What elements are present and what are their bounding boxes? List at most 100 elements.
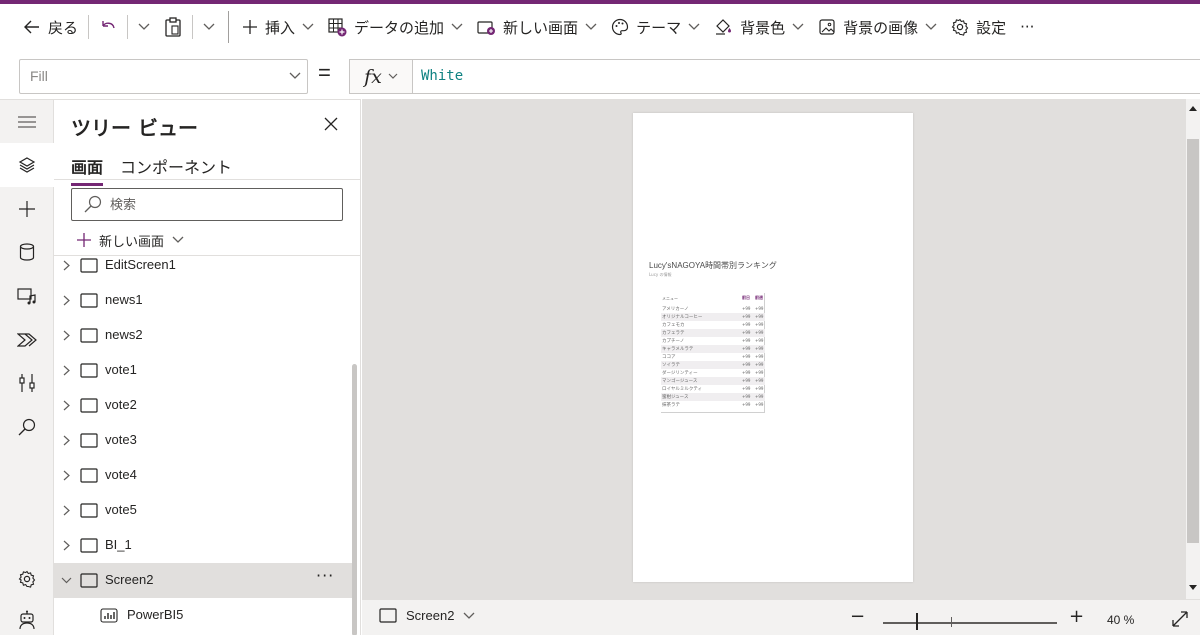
chevron-down-icon[interactable] bbox=[61, 577, 72, 584]
close-icon bbox=[324, 117, 338, 131]
tab-screens[interactable]: 画面 bbox=[71, 154, 104, 186]
fit-to-window-button[interactable] bbox=[1172, 611, 1188, 627]
tree-item-screen2[interactable]: Screen2 ··· bbox=[54, 563, 352, 598]
paste-button[interactable] bbox=[157, 11, 189, 43]
palette-icon bbox=[611, 18, 629, 36]
zoom-in-button[interactable]: + bbox=[1069, 606, 1084, 627]
background-image-button[interactable]: 背景の画像 bbox=[811, 11, 944, 43]
insert-button[interactable]: 挿入 bbox=[235, 11, 321, 43]
scroll-up-icon[interactable] bbox=[1189, 105, 1197, 111]
rail-data-button[interactable] bbox=[0, 230, 54, 274]
theme-button[interactable]: テーマ bbox=[604, 11, 707, 43]
powerbi-report-table[interactable]: メニュー 前日 前週 アメリカーノ +99 +99 オリジナルコーヒー +99 +99 … bbox=[661, 293, 765, 413]
zoom-slider[interactable] bbox=[883, 622, 1057, 624]
screen-add-icon bbox=[477, 19, 496, 36]
add-data-label: データの追加 bbox=[354, 18, 445, 37]
rail-media-button[interactable] bbox=[0, 274, 54, 318]
rail-search-button[interactable] bbox=[0, 405, 54, 449]
tree-item-vote2[interactable]: vote2 bbox=[54, 388, 352, 423]
chevron-right-icon[interactable] bbox=[63, 330, 70, 341]
add-data-button[interactable]: データの追加 bbox=[321, 11, 470, 43]
rail-tools-button[interactable] bbox=[0, 361, 54, 405]
zoom-out-button[interactable]: − bbox=[850, 606, 865, 627]
rail-tree-view-button[interactable] bbox=[0, 143, 54, 187]
function-button[interactable]: fx bbox=[349, 59, 413, 94]
rail-power-automate-button[interactable] bbox=[0, 318, 54, 362]
row-value: +99 bbox=[755, 306, 764, 311]
back-button[interactable]: 戻る bbox=[16, 11, 85, 43]
row-name: ダージリンティー bbox=[662, 371, 698, 376]
row-value: +99 bbox=[742, 346, 751, 351]
separator bbox=[127, 15, 129, 39]
formula-input[interactable]: White bbox=[413, 59, 1200, 94]
tree-scrollbar[interactable] bbox=[352, 364, 357, 635]
paste-menu-button[interactable] bbox=[196, 11, 222, 43]
chevron-right-icon[interactable] bbox=[63, 470, 70, 481]
table-row: 蜜柑ジュース +99 +99 bbox=[661, 393, 765, 401]
chevron-right-icon[interactable] bbox=[63, 435, 70, 446]
rail-menu-button[interactable] bbox=[0, 100, 54, 144]
layers-icon bbox=[18, 156, 36, 174]
chevron-right-icon[interactable] bbox=[63, 260, 70, 271]
chevron-down-icon bbox=[172, 236, 184, 244]
report-subtitle: Lucy の情報 bbox=[649, 272, 672, 277]
plus-icon bbox=[18, 200, 36, 218]
tree-item-label: vote1 bbox=[105, 362, 137, 377]
scrollbar-thumb[interactable] bbox=[1187, 139, 1199, 543]
property-dropdown[interactable]: Fill bbox=[19, 59, 308, 94]
insert-label: 挿入 bbox=[265, 18, 296, 37]
new-screen-button[interactable]: 新しい画面 bbox=[470, 11, 604, 43]
scroll-down-icon[interactable] bbox=[1189, 585, 1197, 591]
undo-button[interactable] bbox=[92, 11, 124, 43]
tree-item-editscreen1[interactable]: EditScreen1 bbox=[54, 248, 352, 283]
settings-button[interactable]: 設定 bbox=[944, 11, 1013, 43]
search-icon bbox=[18, 418, 36, 436]
tree-item-bi-1[interactable]: BI_1 bbox=[54, 528, 352, 563]
tree-search-box[interactable] bbox=[71, 188, 343, 221]
screen-picker[interactable]: Screen2 bbox=[379, 608, 475, 623]
chevron-down-icon bbox=[688, 23, 700, 31]
zoom-slider-thumb[interactable] bbox=[916, 613, 918, 630]
tree-item-vote5[interactable]: vote5 bbox=[54, 493, 352, 528]
tree-item-news1[interactable]: news1 bbox=[54, 283, 352, 318]
chevron-down-icon bbox=[138, 23, 150, 31]
tree-item-vote1[interactable]: vote1 bbox=[54, 353, 352, 388]
close-panel-button[interactable] bbox=[324, 117, 338, 131]
row-name: キャラメルラテ bbox=[662, 347, 694, 352]
tree-view-title: ツリー ビュー bbox=[71, 116, 198, 140]
screen-preview[interactable]: Lucy'sNAGOYA時間帯別ランキング Lucy の情報 メニュー 前日 前… bbox=[633, 113, 913, 582]
chevron-right-icon[interactable] bbox=[63, 540, 70, 551]
screen-icon bbox=[379, 608, 397, 623]
chevron-right-icon[interactable] bbox=[63, 505, 70, 516]
chevron-right-icon[interactable] bbox=[63, 400, 70, 411]
more-options-button[interactable]: ··· bbox=[316, 566, 334, 585]
rail-settings-button[interactable] bbox=[0, 557, 54, 601]
screen-icon bbox=[80, 573, 98, 588]
screen-icon bbox=[80, 363, 98, 378]
tree-item-vote4[interactable]: vote4 bbox=[54, 458, 352, 493]
screen-icon bbox=[80, 258, 98, 273]
chevron-down-icon bbox=[203, 23, 215, 31]
chevron-right-icon[interactable] bbox=[63, 365, 70, 376]
undo-menu-button[interactable] bbox=[131, 11, 157, 43]
rail-virtual-agent-button[interactable] bbox=[0, 598, 54, 635]
row-value: +99 bbox=[742, 362, 751, 367]
tree-item-vote3[interactable]: vote3 bbox=[54, 423, 352, 458]
rail-insert-button[interactable] bbox=[0, 187, 54, 231]
more-label: ··· bbox=[1020, 18, 1035, 36]
chevron-down-icon bbox=[302, 23, 314, 31]
tree-search-input[interactable] bbox=[110, 195, 330, 215]
table-row: キャラメルラテ +99 +99 bbox=[661, 345, 765, 353]
image-icon bbox=[818, 18, 836, 36]
virtual-agent-icon bbox=[18, 610, 36, 630]
chevron-down-icon bbox=[388, 73, 398, 80]
row-name: アメリカーノ bbox=[662, 307, 689, 312]
chevron-right-icon[interactable] bbox=[63, 295, 70, 306]
background-color-button[interactable]: 背景色 bbox=[707, 11, 811, 43]
canvas-vertical-scrollbar[interactable] bbox=[1186, 99, 1200, 599]
tree-item-powerbi5[interactable]: PowerBI5 bbox=[54, 598, 352, 633]
row-value: +99 bbox=[742, 354, 751, 359]
more-commands-button[interactable]: ··· bbox=[1013, 11, 1041, 43]
tree-item-news2[interactable]: news2 bbox=[54, 318, 352, 353]
table-row: ダージリンティー +99 +99 bbox=[661, 369, 765, 377]
